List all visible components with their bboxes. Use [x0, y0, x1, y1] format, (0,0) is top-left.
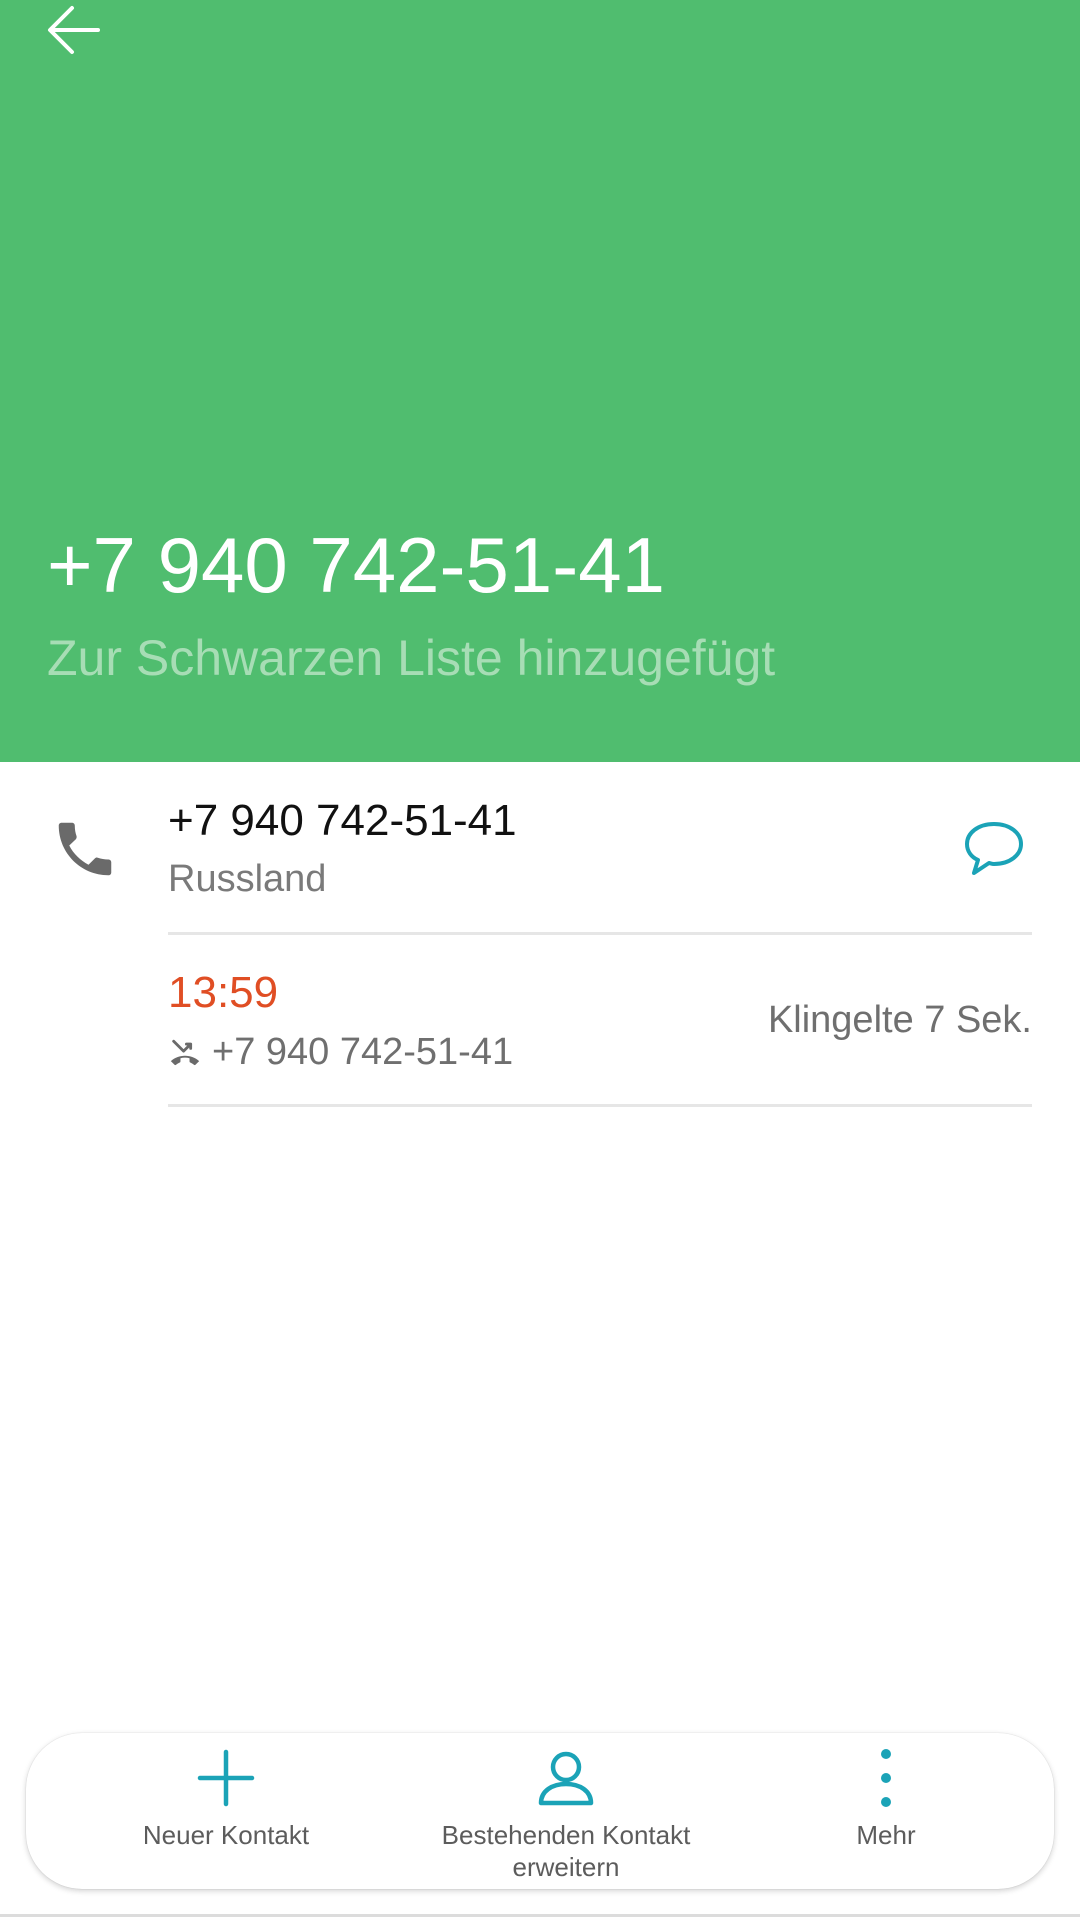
bottom-action-bar: Neuer Kontakt Bestehenden Kontakt erweit… [26, 1733, 1054, 1889]
more-button[interactable]: Mehr [766, 1733, 1006, 1889]
add-to-existing-contact-label: Bestehenden Kontakt erweitern [441, 1820, 691, 1882]
new-contact-label: Neuer Kontakt [142, 1820, 310, 1850]
divider [168, 932, 1032, 935]
contact-header: +7 940 742-51-41 Zur Schwarzen Liste hin… [0, 0, 1080, 762]
blocklist-status: Zur Schwarzen Liste hinzugefügt [47, 630, 776, 686]
call-log-number: +7 940 742-51-41 [212, 1031, 514, 1073]
person-icon [538, 1751, 594, 1806]
back-button[interactable] [28, 0, 120, 60]
send-message-button[interactable] [958, 812, 1030, 884]
message-bubble-icon [965, 822, 1023, 875]
call-duration: Klingelte 7 Sek. [767, 999, 1032, 1041]
call-time: 13:59 [168, 968, 279, 1017]
call-log-entry[interactable]: 13:59 +7 940 742-51-41 Klingelte 7 Sek. [0, 937, 1080, 1105]
more-vertical-icon [881, 1749, 891, 1807]
phone-country: Russland [168, 858, 327, 900]
plus-icon [197, 1749, 255, 1807]
add-to-existing-contact-button[interactable]: Bestehenden Kontakt erweitern [396, 1733, 736, 1889]
more-label: Mehr [856, 1820, 916, 1850]
arrow-left-icon [48, 6, 100, 54]
new-contact-button[interactable]: Neuer Kontakt [86, 1733, 366, 1889]
phone-number: +7 940 742-51-41 [168, 796, 517, 845]
phone-number-row[interactable]: +7 940 742-51-41 Russland [0, 762, 1080, 934]
phone-icon [58, 822, 112, 876]
divider [168, 1104, 1032, 1107]
navigation-divider [0, 1914, 1080, 1917]
missed-call-icon [170, 1039, 200, 1066]
header-phone-number: +7 940 742-51-41 [47, 521, 666, 609]
